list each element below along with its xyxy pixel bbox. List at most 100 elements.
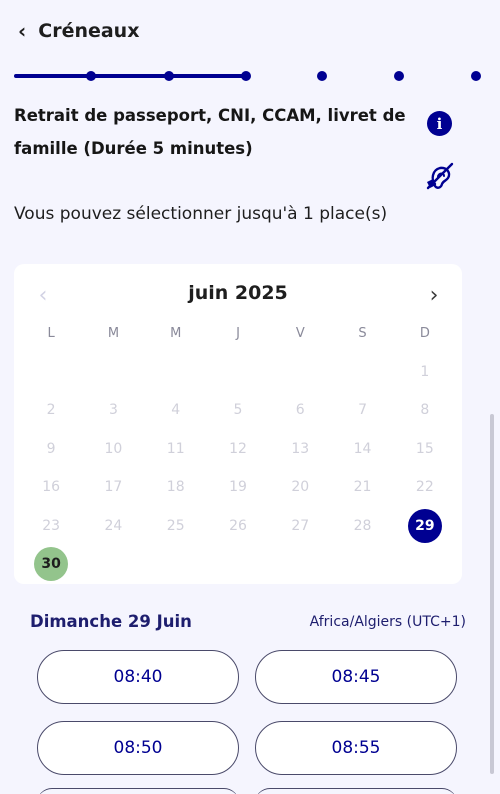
calendar-day-disabled: 17 bbox=[82, 468, 144, 507]
calendar-day-label: 28 bbox=[353, 517, 372, 534]
chevron-left-icon: ‹ bbox=[18, 19, 27, 43]
stepper-dot bbox=[394, 71, 404, 81]
calendar-day-disabled: 3 bbox=[82, 391, 144, 430]
timezone-label: Africa/Algiers (UTC+1) bbox=[309, 614, 466, 630]
stepper-dot bbox=[86, 71, 96, 81]
calendar-day-disabled: 28 bbox=[331, 507, 393, 546]
calendar-day-label: 27 bbox=[291, 517, 310, 534]
calendar-day-label: 17 bbox=[104, 479, 123, 496]
weekday-label: V bbox=[295, 325, 305, 341]
calendar-empty-cell bbox=[394, 545, 456, 584]
calendar-empty-cell bbox=[145, 353, 207, 392]
time-slot-button[interactable]: 08:55 bbox=[255, 721, 457, 775]
hearing-impaired-icon[interactable] bbox=[422, 158, 458, 194]
stepper-dot bbox=[317, 71, 327, 81]
time-slot-button[interactable]: 08:50 bbox=[37, 721, 239, 775]
calendar-day-disabled: 8 bbox=[394, 391, 456, 430]
calendar-day-label: 19 bbox=[229, 479, 247, 496]
calendar-day-label: 4 bbox=[171, 402, 181, 419]
calendar-day-disabled: 15 bbox=[394, 430, 456, 469]
calendar-day-disabled: 27 bbox=[269, 507, 331, 546]
calendar-day-label: 1 bbox=[420, 363, 430, 380]
calendar-empty-cell bbox=[331, 353, 393, 392]
page: ‹ Créneaux Retrait de passeport, CNI, CC… bbox=[0, 0, 500, 794]
calendar-day-label: 22 bbox=[415, 479, 434, 496]
info-icon[interactable]: i bbox=[427, 111, 452, 136]
calendar-day-disabled: 7 bbox=[331, 391, 393, 430]
calendar-week-row: 9 10 11 12 13 14 15 bbox=[20, 430, 456, 469]
page-title: Créneaux bbox=[38, 20, 140, 42]
calendar-day-label: 25 bbox=[166, 517, 185, 534]
calendar-day-label: 14 bbox=[353, 440, 372, 457]
calendar-day-disabled: 23 bbox=[20, 507, 82, 546]
calendar-day-available[interactable]: 30 bbox=[20, 545, 82, 584]
calendar-week-row: 23 24 25 26 27 28 29 bbox=[20, 507, 456, 546]
back-button[interactable]: ‹ Créneaux bbox=[18, 16, 139, 46]
weekday-header-row: LMMJVSD bbox=[20, 314, 456, 353]
calendar-day-label: 8 bbox=[420, 402, 430, 419]
weekday-label: M bbox=[170, 325, 182, 341]
calendar-day-disabled: 24 bbox=[82, 507, 144, 546]
calendar-day-label: 30 bbox=[34, 547, 69, 582]
next-month-button[interactable]: › bbox=[419, 280, 449, 310]
calendar-week-row: 16 17 18 19 20 21 22 bbox=[20, 468, 456, 507]
calendar-day-label: 16 bbox=[42, 479, 61, 496]
scrollbar[interactable] bbox=[490, 414, 494, 774]
calendar-day-disabled: 6 bbox=[269, 391, 331, 430]
calendar-week-row: 1 bbox=[20, 353, 456, 392]
time-slot-button[interactable]: 08:45 bbox=[255, 650, 457, 704]
calendar-day-label: 11 bbox=[166, 440, 185, 457]
calendar-day-label: 26 bbox=[229, 517, 247, 534]
calendar-day-disabled: 10 bbox=[82, 430, 144, 469]
calendar-day-label: 3 bbox=[108, 402, 118, 419]
calendar-week-row: 30 bbox=[20, 545, 456, 584]
calendar-day-label: 24 bbox=[104, 517, 123, 534]
calendar-day-label: 18 bbox=[166, 479, 185, 496]
calendar-day-label: 9 bbox=[46, 440, 56, 457]
calendar-empty-cell bbox=[207, 545, 269, 584]
calendar-empty-cell bbox=[331, 545, 393, 584]
calendar-day-disabled: 11 bbox=[145, 430, 207, 469]
stepper-progress-line bbox=[14, 74, 246, 78]
calendar-day-selected[interactable]: 29 bbox=[394, 507, 456, 546]
stepper-dot bbox=[241, 71, 251, 81]
calendar-day-label: 13 bbox=[291, 440, 310, 457]
calendar-day-disabled: 18 bbox=[145, 468, 207, 507]
calendar-day-disabled: 22 bbox=[394, 468, 456, 507]
calendar-day-disabled: 9 bbox=[20, 430, 82, 469]
calendar-empty-cell bbox=[207, 353, 269, 392]
calendar-day-disabled: 16 bbox=[20, 468, 82, 507]
calendar-day-label: 15 bbox=[415, 440, 434, 457]
calendar-day-label: 23 bbox=[42, 517, 61, 534]
chevron-right-icon: › bbox=[429, 282, 439, 308]
calendar-empty-cell bbox=[145, 545, 207, 584]
calendar-day-label: 2 bbox=[46, 402, 56, 419]
calendar-day-label: 12 bbox=[229, 440, 247, 457]
calendar-empty-cell bbox=[82, 545, 144, 584]
time-slot-button[interactable]: 08:40 bbox=[37, 650, 239, 704]
calendar-day-disabled: 21 bbox=[331, 468, 393, 507]
selected-date-label: Dimanche 29 Juin bbox=[30, 612, 192, 631]
calendar-day-disabled: 5 bbox=[207, 391, 269, 430]
calendar-empty-cell bbox=[20, 353, 82, 392]
calendar-day-label: 5 bbox=[233, 402, 243, 419]
calendar-day-label: 29 bbox=[407, 508, 442, 543]
calendar-day-label: 6 bbox=[295, 402, 305, 419]
calendar-day-disabled: 14 bbox=[331, 430, 393, 469]
calendar-day-disabled: 20 bbox=[269, 468, 331, 507]
weekday-label: D bbox=[419, 325, 430, 341]
time-slot-button-partial[interactable] bbox=[255, 788, 457, 794]
calendar-day-disabled: 2 bbox=[20, 391, 82, 430]
calendar-day-disabled: 13 bbox=[269, 430, 331, 469]
calendar-day-disabled: 25 bbox=[145, 507, 207, 546]
weekday-label: L bbox=[47, 325, 55, 341]
stepper-dot bbox=[471, 71, 481, 81]
places-info: Vous pouvez sélectionner jusqu'à 1 place… bbox=[14, 204, 388, 224]
time-slot-button-partial[interactable] bbox=[37, 788, 239, 794]
calendar-day-label: 10 bbox=[104, 440, 123, 457]
calendar-day-disabled: 4 bbox=[145, 391, 207, 430]
calendar-month-label: juin 2025 bbox=[188, 282, 288, 304]
service-title: Retrait de passeport, CNI, CCAM, livret … bbox=[14, 106, 406, 158]
calendar-week-row: 2 3 4 5 6 7 8 bbox=[20, 391, 456, 430]
calendar-day-disabled: 1 bbox=[394, 353, 456, 392]
